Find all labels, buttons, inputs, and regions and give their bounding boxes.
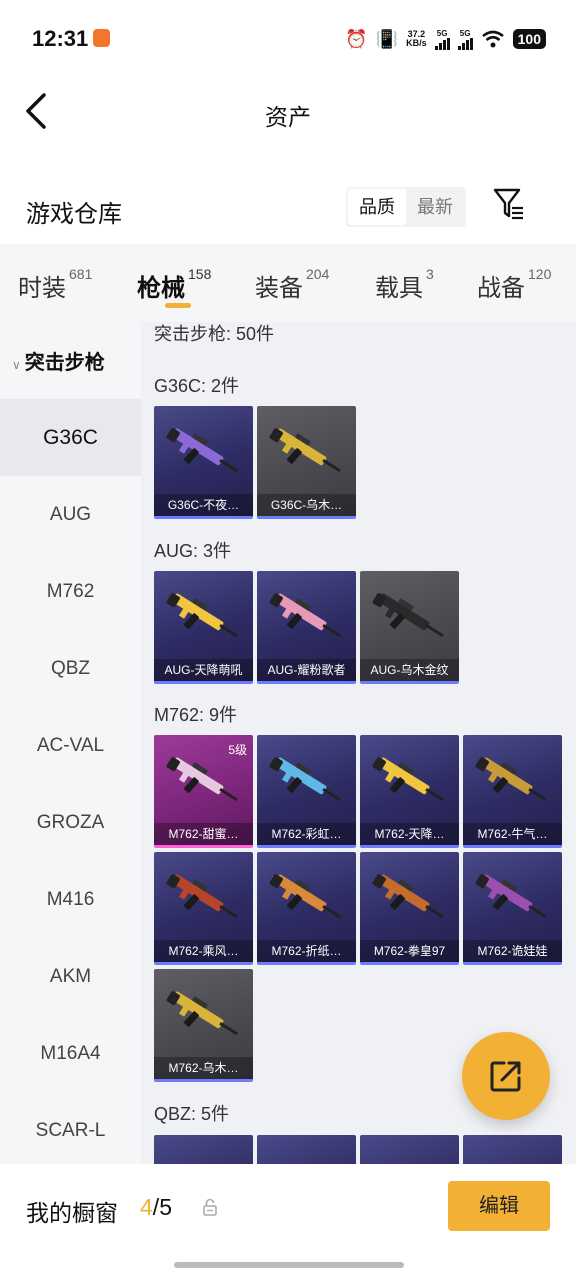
rifle-icon xyxy=(372,874,444,919)
section-title-g36c: G36C: 2件 xyxy=(154,376,240,396)
weapon-card-m762[interactable]: M762-彩虹… xyxy=(257,735,356,848)
chevron-down-icon: ∨ xyxy=(12,358,21,372)
lock-icon xyxy=(203,1198,217,1216)
rifle-icon xyxy=(166,991,238,1036)
weapon-card-m762[interactable]: M762-折纸… xyxy=(257,852,356,965)
sidebar-item-m762[interactable]: M762 xyxy=(0,553,141,630)
showcase-label: 我的橱窗 xyxy=(26,1200,118,1226)
signal-icon: 5G xyxy=(434,29,450,50)
warehouse-title: 游戏仓库 xyxy=(26,201,122,228)
weapon-card-label: M762-诡娃娃 xyxy=(463,940,562,962)
weapon-card-m762[interactable]: M762-天降… xyxy=(360,735,459,848)
sort-toggle: 品质 最新 xyxy=(346,187,466,227)
level-badge: 5级 xyxy=(228,743,247,757)
status-icons: ⏰ 📳 37.2 KB/s 5G 5G 100 xyxy=(345,24,546,54)
weapon-card-aug[interactable]: AUG-耀粉歌者 xyxy=(257,571,356,684)
wifi-icon xyxy=(481,30,504,48)
weapon-card-label: AUG-天降萌吼 xyxy=(154,659,253,681)
weapon-card-label: AUG-乌木金纹 xyxy=(360,659,459,681)
bottom-bar: 我的橱窗 4/5 编辑 xyxy=(0,1164,576,1280)
network-speed: 37.2 KB/s xyxy=(406,29,427,48)
weapon-card-g36c[interactable]: G36C-不夜… xyxy=(154,406,253,519)
app-notification-icon xyxy=(93,29,110,47)
tab-equipment[interactable]: 装备204 xyxy=(255,266,329,303)
rifle-icon xyxy=(372,593,444,638)
sidebar-item-aug[interactable]: AUG xyxy=(0,476,141,553)
sidebar-item-akm[interactable]: AKM xyxy=(0,938,141,1015)
weapon-card-label: M762-乘风… xyxy=(154,940,253,962)
weapon-card-label: M762-牛气… xyxy=(463,823,562,845)
tab-vehicles[interactable]: 载具3 xyxy=(375,266,434,303)
active-tab-indicator xyxy=(165,303,191,308)
weapon-card-label: G36C-不夜… xyxy=(154,494,253,516)
weapon-card-label: AUG-耀粉歌者 xyxy=(257,659,356,681)
rifle-icon xyxy=(269,757,341,802)
weapon-card-label: M762-甜蜜… xyxy=(154,823,253,845)
warehouse-header: 游戏仓库 品质 最新 xyxy=(0,170,576,244)
weapon-card-m762[interactable]: M762-乌木… xyxy=(154,969,253,1082)
filter-icon[interactable] xyxy=(492,186,526,222)
rifle-icon xyxy=(269,593,341,638)
vibrate-icon: 📳 xyxy=(375,28,399,49)
weapon-card-aug[interactable]: AUG-乌木金纹 xyxy=(360,571,459,684)
tab-supplies[interactable]: 战备120 xyxy=(477,266,551,303)
page-title: 资产 xyxy=(265,104,311,130)
section-title-m762: M762: 9件 xyxy=(154,705,238,725)
sort-quality-button[interactable]: 品质 xyxy=(348,189,406,225)
category-tabs: 时装681 枪械158 装备204 载具3 战备120 xyxy=(0,244,576,322)
weapon-card-label: M762-天降… xyxy=(360,823,459,845)
sidebar-item-scar-l[interactable]: SCAR-L xyxy=(0,1092,141,1164)
sidebar-item-groza[interactable]: GROZA xyxy=(0,784,141,861)
rifle-icon xyxy=(372,757,444,802)
weapon-card-label: M762-折纸… xyxy=(257,940,356,962)
weapon-card-partial[interactable] xyxy=(257,1135,356,1164)
app-header: 资产 xyxy=(0,78,576,146)
rifle-icon xyxy=(166,428,238,473)
weapon-card-label: M762-乌木… xyxy=(154,1057,253,1079)
weapon-card-partial[interactable] xyxy=(463,1135,562,1164)
category-header: 突击步枪: 50件 xyxy=(154,324,275,344)
rifle-icon xyxy=(269,428,341,473)
showcase-count: 4/5 xyxy=(140,1194,172,1220)
rifle-icon xyxy=(166,874,238,919)
tab-guns[interactable]: 枪械158 xyxy=(137,266,211,303)
weapon-card-aug[interactable]: AUG-天降萌吼 xyxy=(154,571,253,684)
sidebar-item-qbz[interactable]: QBZ xyxy=(0,630,141,707)
battery-icon: 100 xyxy=(512,29,546,49)
status-bar: 12:31 ⏰ 📳 37.2 KB/s 5G 5G 100 xyxy=(0,0,576,78)
weapon-card-g36c[interactable]: G36C-乌木… xyxy=(257,406,356,519)
alarm-icon: ⏰ xyxy=(345,28,368,49)
weapon-card-m762[interactable]: M762-牛气… xyxy=(463,735,562,848)
share-button[interactable] xyxy=(462,1032,550,1120)
rifle-icon xyxy=(166,593,238,638)
signal-icon-2: 5G xyxy=(457,29,473,50)
home-indicator[interactable] xyxy=(174,1262,404,1268)
weapon-card-partial[interactable] xyxy=(360,1135,459,1164)
weapon-card-label: M762-拳皇97 xyxy=(360,940,459,962)
section-title-qbz: QBZ: 5件 xyxy=(154,1104,230,1124)
sidebar-item-g36c[interactable]: G36C xyxy=(0,399,141,476)
sidebar-item-ac-val[interactable]: AC-VAL xyxy=(0,707,141,784)
sidebar-item-m16a4[interactable]: M16A4 xyxy=(0,1015,141,1092)
weapon-sidebar: ∨ 突击步枪 G36C AUG M762 QBZ AC-VAL GROZA M41… xyxy=(0,322,141,1164)
external-link-icon xyxy=(490,1061,521,1092)
sidebar-item-m416[interactable]: M416 xyxy=(0,861,141,938)
weapon-card-m762[interactable]: M762-乘风… xyxy=(154,852,253,965)
section-title-aug: AUG: 3件 xyxy=(154,541,232,561)
sort-latest-button[interactable]: 最新 xyxy=(406,189,464,225)
status-time: 12:31 xyxy=(32,26,89,51)
rifle-icon xyxy=(269,874,341,919)
rifle-icon xyxy=(475,874,547,919)
weapon-card-m762[interactable]: M762-拳皇97 xyxy=(360,852,459,965)
weapon-card-m762[interactable]: 5级 M762-甜蜜… xyxy=(154,735,253,848)
sidebar-category[interactable]: ∨ 突击步枪 xyxy=(12,346,105,375)
weapon-card-label: G36C-乌木… xyxy=(257,494,356,516)
tab-fashion[interactable]: 时装681 xyxy=(18,266,92,303)
edit-button[interactable]: 编辑 xyxy=(448,1181,550,1231)
weapon-card-partial[interactable] xyxy=(154,1135,253,1164)
weapon-card-m762[interactable]: M762-诡娃娃 xyxy=(463,852,562,965)
rifle-icon xyxy=(475,757,547,802)
weapon-card-label: M762-彩虹… xyxy=(257,823,356,845)
